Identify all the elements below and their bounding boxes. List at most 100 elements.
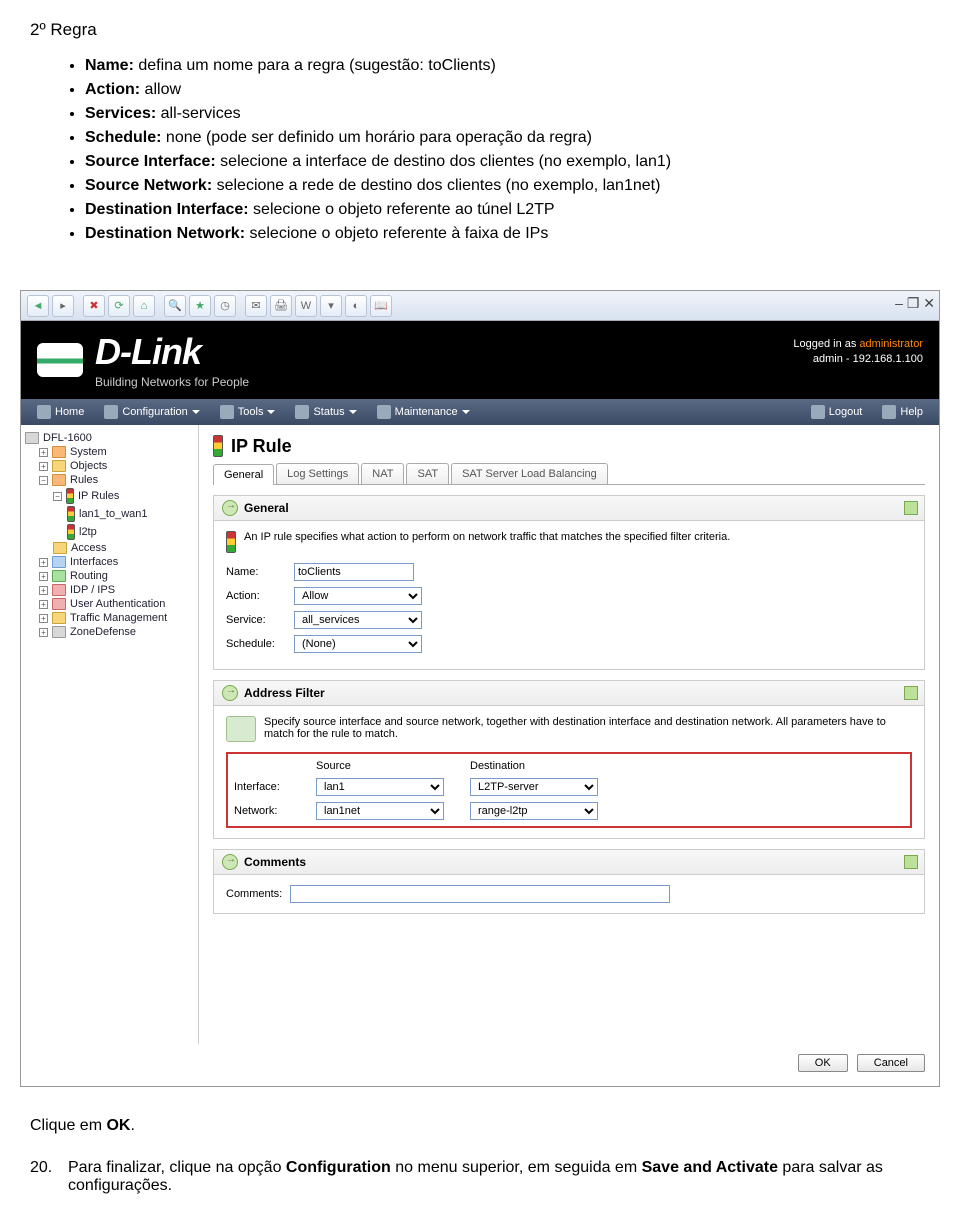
expand-icon[interactable]: + [39,600,48,609]
bullet-srcnet-text: selecione a rede de destino dos clientes… [212,177,660,194]
expand-icon[interactable]: + [39,462,48,471]
action-label: Action: [226,590,294,602]
service-select[interactable]: all_services [294,611,422,629]
status-menu-icon [295,405,309,419]
tree-objects[interactable]: +Objects [25,459,194,473]
menu-logout[interactable]: Logout [801,405,873,419]
bullet-dstnet-text: selecione o objeto referente à faixa de … [245,225,548,242]
logo-text: D-Link [95,331,249,373]
tree-routing[interactable]: +Routing [25,569,194,583]
bullet-name-label: Name: [85,57,134,74]
collapse-icon[interactable]: − [53,492,62,501]
expand-icon[interactable]: + [39,448,48,457]
expand-icon[interactable]: + [39,572,48,581]
destination-header: Destination [470,760,610,772]
screenshot-container: ◄ ▸ ✖ ⟳ ⌂ 🔍 ★ ◷ ✉ 🖨 W ▾ ◐ 📖 ‒ ❐ ✕ D-Link… [20,290,940,1087]
menu-home[interactable]: Home [27,405,94,419]
bullet-services-label: Services: [85,105,156,122]
collapse-section-icon[interactable] [904,855,918,869]
section-comments-header: Comments [213,849,925,875]
button-bar: OK Cancel [21,1044,939,1086]
tree-interfaces[interactable]: +Interfaces [25,555,194,569]
source-interface-select[interactable]: lan1 [316,778,444,796]
tree-rules[interactable]: −Rules [25,473,194,487]
schedule-select[interactable]: (None) [294,635,422,653]
step-number: 20. [30,1159,58,1195]
filter-icon [226,716,256,742]
home-menu-icon [37,405,51,419]
tree-userauth[interactable]: +User Authentication [25,597,194,611]
tab-nat[interactable]: NAT [361,463,404,484]
bullet-action-text: allow [140,81,181,98]
folder-icon [52,626,66,638]
bullet-schedule-label: Schedule: [85,129,161,146]
forward-button[interactable]: ▸ [52,295,74,317]
menu-maintenance[interactable]: Maintenance [367,405,480,419]
tab-sat[interactable]: SAT [406,463,449,484]
history-icon[interactable]: ◷ [214,295,236,317]
rule-heading: 2º Regra [30,20,930,40]
edit-icon[interactable]: W [295,295,317,317]
tab-log-settings[interactable]: Log Settings [276,463,359,484]
schedule-label: Schedule: [226,638,294,650]
interface-row-label: Interface: [234,781,302,793]
section-icon [222,500,238,516]
menu-status[interactable]: Status [285,405,366,419]
logo-tagline: Building Networks for People [95,375,249,389]
expand-icon[interactable]: + [39,614,48,623]
bullet-dstif-label: Destination Interface: [85,201,249,218]
print-icon[interactable]: 🖨 [270,295,292,317]
general-description: An IP rule specifies what action to perf… [244,531,730,553]
tree-system[interactable]: +System [25,445,194,459]
page-title: IP Rule [213,435,925,457]
name-input[interactable] [294,563,414,581]
browser-toolbar: ◄ ▸ ✖ ⟳ ⌂ 🔍 ★ ◷ ✉ 🖨 W ▾ ◐ 📖 ‒ ❐ ✕ [21,291,939,321]
favorites-icon[interactable]: ★ [189,295,211,317]
back-button[interactable]: ◄ [27,295,49,317]
comments-input[interactable] [290,885,670,903]
action-select[interactable]: Allow [294,587,422,605]
expand-icon[interactable]: + [39,586,48,595]
bullet-schedule-text: none (pode ser definido um horário para … [161,129,592,146]
mail-icon[interactable]: ✉ [245,295,267,317]
collapse-section-icon[interactable] [904,686,918,700]
tree-l2tp[interactable]: l2tp [25,523,194,541]
discuss-icon[interactable]: ▾ [320,295,342,317]
logged-in-user[interactable]: administrator [859,338,923,350]
window-controls[interactable]: ‒ ❐ ✕ [895,295,935,312]
logged-in-sub: admin - 192.168.1.100 [813,353,923,365]
stop-icon[interactable]: ✖ [83,295,105,317]
menu-configuration[interactable]: Configuration [94,405,209,419]
messenger-icon[interactable]: ◐ [345,295,367,317]
tree-traffic[interactable]: +Traffic Management [25,611,194,625]
destination-network-select[interactable]: range-l2tp [470,802,598,820]
tree-idp[interactable]: +IDP / IPS [25,583,194,597]
tree-lan1wan1[interactable]: lan1_to_wan1 [25,505,194,523]
menu-help[interactable]: Help [872,405,933,419]
bullet-action-label: Action: [85,81,140,98]
home-icon[interactable]: ⌂ [133,295,155,317]
refresh-icon[interactable]: ⟳ [108,295,130,317]
tab-sat-balancing[interactable]: SAT Server Load Balancing [451,463,608,484]
section-icon [222,854,238,870]
section-icon [222,685,238,701]
cancel-button[interactable]: Cancel [857,1054,925,1072]
expand-icon[interactable]: + [39,558,48,567]
source-network-select[interactable]: lan1net [316,802,444,820]
tree-iprules[interactable]: −IP Rules [25,487,194,505]
research-icon[interactable]: 📖 [370,295,392,317]
main-panel: IP Rule General Log Settings NAT SAT SAT… [199,425,939,1044]
tree-root[interactable]: DFL-1600 [25,431,194,445]
collapse-icon[interactable]: − [39,476,48,485]
ok-button[interactable]: OK [798,1054,848,1072]
tree-zonedefense[interactable]: +ZoneDefense [25,625,194,639]
rulefolder-icon [67,506,75,522]
destination-interface-select[interactable]: L2TP-server [470,778,598,796]
tree-access[interactable]: Access [25,541,194,555]
collapse-section-icon[interactable] [904,501,918,515]
search-icon[interactable]: 🔍 [164,295,186,317]
menu-tools[interactable]: Tools [210,405,286,419]
expand-icon[interactable]: + [39,628,48,637]
section-filter-body: Specify source interface and source netw… [213,706,925,839]
tab-general[interactable]: General [213,464,274,485]
